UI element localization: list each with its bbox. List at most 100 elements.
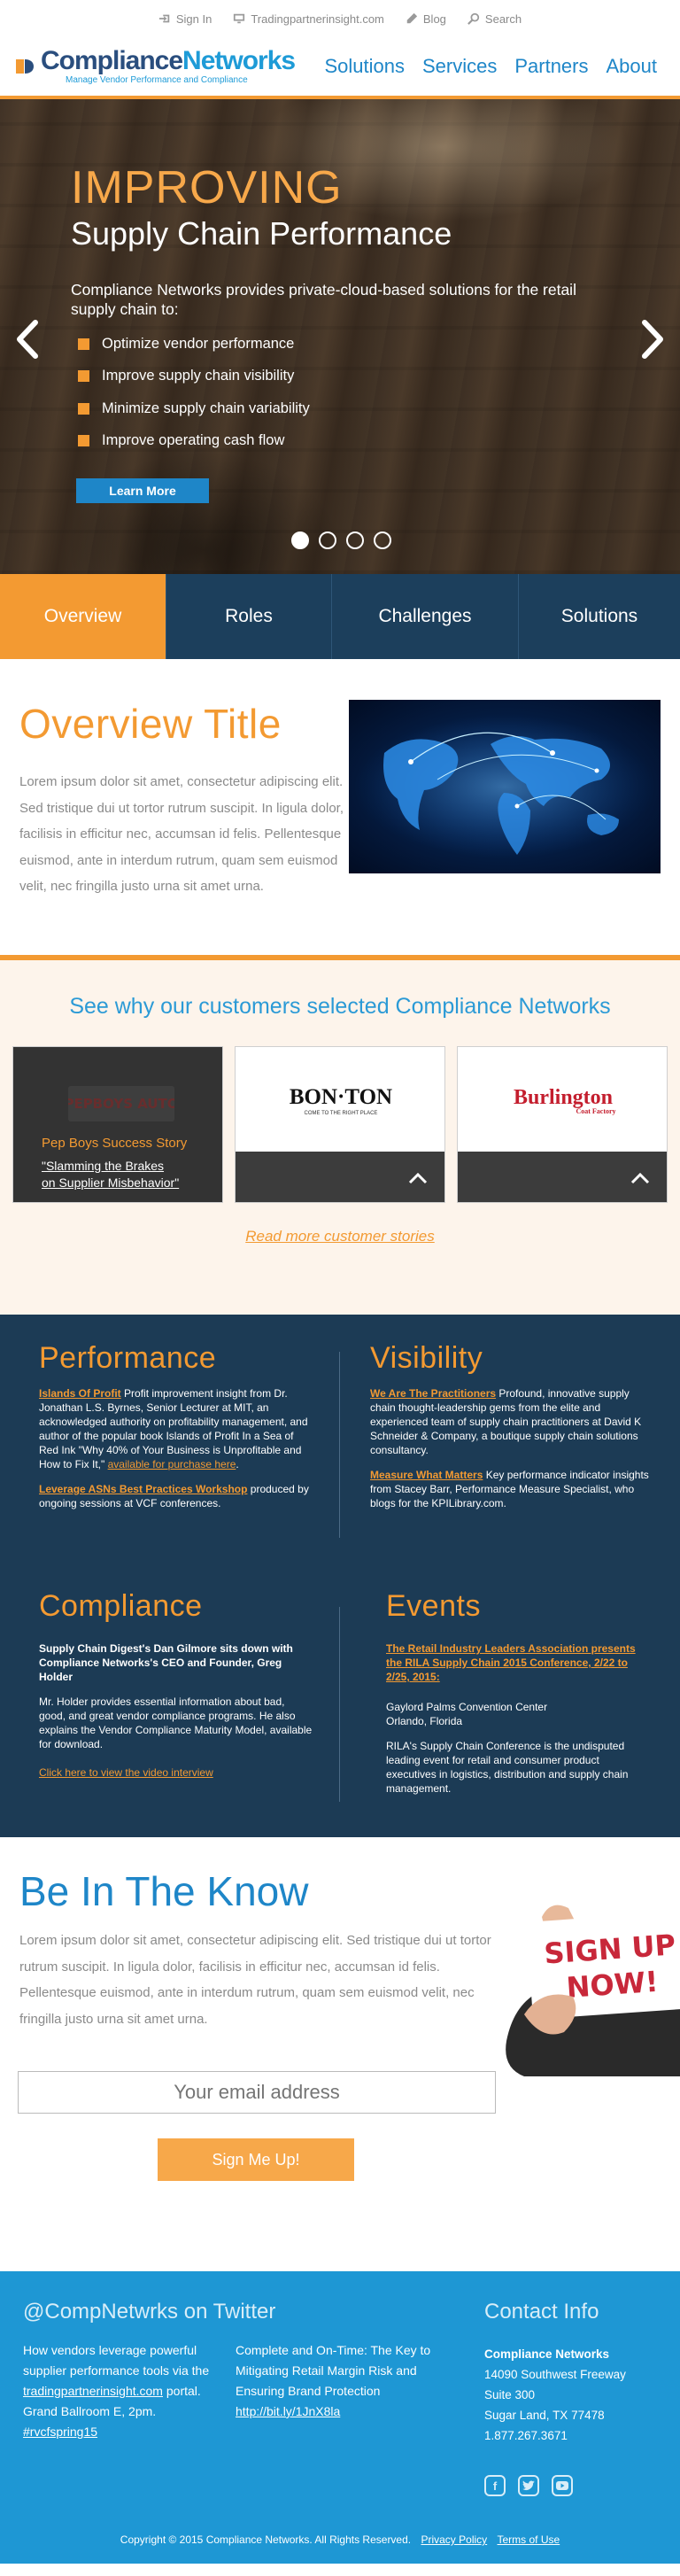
carousel-dot-1[interactable] <box>291 531 309 549</box>
svg-text:Burlington: Burlington <box>514 1086 613 1109</box>
email-field[interactable] <box>18 2071 496 2114</box>
burlington-card[interactable]: Burlington Coat Factory <box>457 1046 668 1203</box>
hero-bullet: Minimize supply chain variability <box>71 392 602 425</box>
hero-title: IMPROVING <box>71 162 343 213</box>
video-interview-link[interactable]: Click here to view the video interview <box>39 1766 213 1779</box>
carousel-next-icon[interactable] <box>634 317 669 361</box>
tpi-link[interactable]: Tradingpartnerinsight.com <box>233 12 384 26</box>
chevron-up-icon <box>630 1172 650 1184</box>
overview-section: Overview Title Lorem ipsum dolor sit ame… <box>0 659 680 944</box>
newsletter-section: Be In The Know Lorem ipsum dolor sit ame… <box>0 1837 680 2271</box>
footer: @CompNetwrks on Twitter How vendors leve… <box>0 2271 680 2564</box>
hashtag-link[interactable]: #rvcfspring15 <box>23 2425 97 2439</box>
svg-text:BON·TON: BON·TON <box>290 1085 392 1109</box>
nav-services[interactable]: Services <box>422 55 497 78</box>
bonton-card[interactable]: BON·TON COME TO THE RIGHT PLACE <box>235 1046 445 1203</box>
bonton-expand-band[interactable] <box>236 1152 444 1202</box>
events-title: Events <box>386 1589 481 1623</box>
events-body: RILA's Supply Chain Conference is the un… <box>386 1740 629 1795</box>
purchase-link[interactable]: available for purchase here <box>108 1458 236 1470</box>
nav-solutions[interactable]: Solutions <box>324 55 405 78</box>
section-tabs: Overview Roles Challenges Solutions <box>0 574 680 659</box>
newsletter-body: Lorem ipsum dolor sit amet, consectetur … <box>19 1933 491 2027</box>
search-link[interactable]: Search <box>468 12 522 26</box>
svg-text:COME TO THE RIGHT PLACE: COME TO THE RIGHT PLACE <box>305 1111 378 1116</box>
tab-overview[interactable]: Overview <box>0 574 166 659</box>
info-section: Performance Islands Of Profit Profit imp… <box>0 1315 680 1837</box>
hero-description: Compliance Networks provides private-clo… <box>71 281 576 318</box>
youtube-icon[interactable] <box>552 2475 573 2496</box>
customers-section: See why our customers selected Complianc… <box>0 960 680 1315</box>
pepboys-logo: PEPBOYS AUTO <box>68 1086 174 1121</box>
performance-title: Performance <box>39 1341 217 1375</box>
burlington-logo: Burlington Coat Factory <box>514 1086 616 1115</box>
svg-text:PEPBOYS AUTO: PEPBOYS AUTO <box>68 1096 174 1112</box>
performance-block: Performance Islands Of Profit Profit imp… <box>39 1341 313 1510</box>
main-header: ComplianceNetworks Manage Vendor Perform… <box>0 37 680 99</box>
pepboys-card[interactable]: PEPBOYS AUTO Pep Boys Success Story "Sla… <box>12 1046 223 1203</box>
hero-bullets: Optimize vendor performance Improve supp… <box>71 328 602 457</box>
utility-bar: Sign In Tradingpartnerinsight.com Blog S… <box>0 0 680 37</box>
rila-conference-link[interactable]: The Retail Industry Leaders Association … <box>386 1642 636 1683</box>
sign-me-up-button[interactable]: Sign Me Up! <box>158 2138 354 2181</box>
pepboys-caption: Pep Boys Success Story <box>42 1136 188 1151</box>
logo[interactable]: ComplianceNetworks Manage Vendor Perform… <box>14 46 296 85</box>
info-divider <box>339 1607 340 1802</box>
chevron-up-icon <box>408 1172 428 1184</box>
twitter-icon[interactable] <box>518 2475 539 2496</box>
hero-subtitle: Supply Chain Performance <box>71 215 452 252</box>
world-map-image <box>349 700 661 873</box>
bullet-square-icon <box>78 402 89 415</box>
main-nav: Solutions Services Partners About <box>324 55 657 78</box>
tab-challenges[interactable]: Challenges <box>332 574 519 659</box>
overview-body: Lorem ipsum dolor sit amet, consectetur … <box>19 774 344 894</box>
sign-in-link[interactable]: Sign In <box>158 12 212 26</box>
monitor-icon <box>234 13 245 24</box>
asn-workshop-link[interactable]: Leverage ASNs Best Practices Workshop <box>39 1483 247 1495</box>
facebook-icon[interactable]: f <box>484 2475 506 2496</box>
tweet-1: How vendors leverage powerful supplier p… <box>23 2343 210 2439</box>
carousel-prev-icon[interactable] <box>11 317 46 361</box>
hero-bullet: Improve operating cash flow <box>71 425 602 458</box>
logo-word-2: Networks <box>182 46 296 75</box>
visibility-title: Visibility <box>370 1341 483 1375</box>
search-icon <box>468 12 480 25</box>
read-more-stories-link[interactable]: Read more customer stories <box>245 1228 435 1245</box>
burlington-expand-band[interactable] <box>458 1152 667 1202</box>
measure-what-matters-link[interactable]: Measure What Matters <box>370 1469 483 1481</box>
tweet-2: Complete and On-Time: The Key to Mitigat… <box>236 2343 431 2418</box>
carousel-dot-4[interactable] <box>374 531 391 549</box>
bitly-link[interactable]: http://bit.ly/1JnX8la <box>236 2404 340 2418</box>
logo-tagline: Manage Vendor Performance and Compliance <box>66 75 248 85</box>
hero-carousel: IMPROVING Supply Chain Performance Compl… <box>0 99 680 574</box>
compliance-title: Compliance <box>39 1589 203 1623</box>
tab-solutions[interactable]: Solutions <box>519 574 680 659</box>
hero-bullet: Optimize vendor performance <box>71 328 602 361</box>
islands-of-profit-link[interactable]: Islands Of Profit <box>39 1387 121 1400</box>
bullet-square-icon <box>78 370 89 383</box>
bullet-square-icon <box>78 435 89 447</box>
nav-about[interactable]: About <box>607 55 658 78</box>
pepboys-story-link[interactable]: "Slamming the Brakes on Supplier Misbehav… <box>42 1158 179 1191</box>
privacy-policy-link[interactable]: Privacy Policy <box>421 2533 487 2546</box>
twitter-title: @CompNetwrks on Twitter <box>23 2300 276 2324</box>
carousel-dot-2[interactable] <box>319 531 336 549</box>
compliance-headline: Supply Chain Digest's Dan Gilmore sits d… <box>39 1642 293 1683</box>
svg-text:Coat Factory: Coat Factory <box>576 1107 615 1115</box>
tab-roles[interactable]: Roles <box>166 574 332 659</box>
practitioners-link[interactable]: We Are The Practitioners <box>370 1387 496 1400</box>
info-divider <box>339 1352 340 1538</box>
blog-link[interactable]: Blog <box>406 12 446 26</box>
bonton-logo: BON·TON COME TO THE RIGHT PLACE <box>290 1085 392 1116</box>
pencil-icon <box>406 12 418 24</box>
visibility-block: Visibility We Are The Practitioners Prof… <box>370 1341 649 1509</box>
social-links: f <box>484 2475 573 2496</box>
logo-mark-icon <box>16 59 34 74</box>
carousel-dot-3[interactable] <box>346 531 364 549</box>
bullet-square-icon <box>78 338 89 350</box>
learn-more-button[interactable]: Learn More <box>76 478 209 503</box>
nav-partners[interactable]: Partners <box>514 55 588 78</box>
logo-word-1: Compliance <box>41 46 183 75</box>
tpi-tweet-link[interactable]: tradingpartnerinsight.com <box>23 2384 163 2398</box>
terms-link[interactable]: Terms of Use <box>498 2533 560 2546</box>
